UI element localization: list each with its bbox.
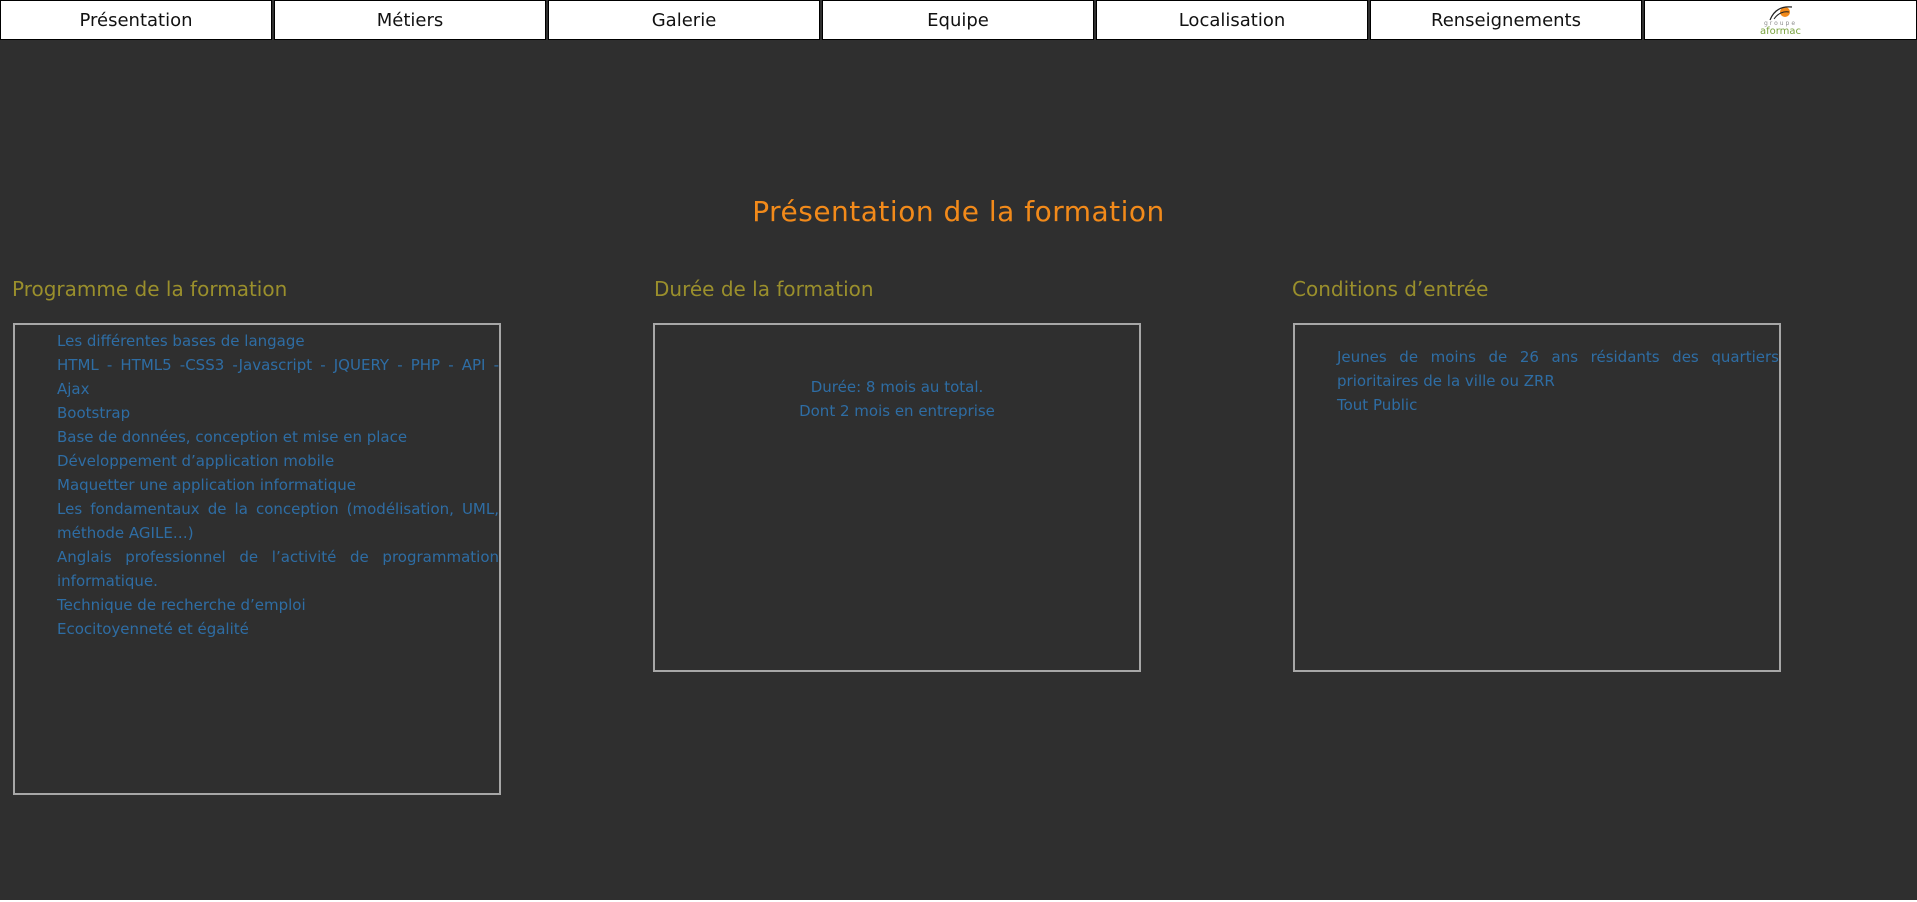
nav-item-metiers[interactable]: Métiers bbox=[274, 0, 546, 40]
list-item: Base de données, conception et mise en p… bbox=[57, 428, 408, 446]
nav-item-renseignements[interactable]: Renseignements bbox=[1370, 0, 1642, 40]
list-item: Jeunes de moins de 26 ans résidants des … bbox=[1337, 348, 1779, 390]
logo: groupe aformac bbox=[1753, 2, 1809, 38]
logo-brand-text: aformac bbox=[1759, 25, 1802, 37]
nav-item-localisation[interactable]: Localisation bbox=[1096, 0, 1368, 40]
nav-item-label: Equipe bbox=[927, 9, 989, 31]
nav-logo-item[interactable]: groupe aformac bbox=[1644, 0, 1917, 40]
nav-item-label: Galerie bbox=[651, 9, 717, 31]
duration-section-title: Durée de la formation bbox=[654, 277, 874, 301]
conditions-panel: Jeunes de moins de 26 ans résidants des … bbox=[1293, 323, 1781, 672]
duration-text: Durée: 8 mois au total. Dont 2 mois en e… bbox=[655, 375, 1139, 423]
page-background: Présentation Métiers Galerie Equipe Loca… bbox=[0, 0, 1917, 900]
list-item: Tout Public bbox=[1337, 396, 1418, 414]
list-item: Maquetter une application informatique bbox=[57, 476, 356, 494]
list-item: Anglais professionnel de l’activité de p… bbox=[57, 548, 499, 590]
conditions-list: Jeunes de moins de 26 ans résidants des … bbox=[1295, 325, 1779, 417]
program-panel: Les différentes bases de langage HTML - … bbox=[13, 323, 501, 795]
nav-item-label: Renseignements bbox=[1431, 9, 1581, 31]
list-item: Les fondamentaux de la conception (modél… bbox=[57, 500, 499, 542]
list-item: HTML - HTML5 -CSS3 -Javascript - JQUERY … bbox=[57, 356, 499, 398]
conditions-section-title: Conditions d’entrée bbox=[1292, 277, 1489, 301]
top-navigation: Présentation Métiers Galerie Equipe Loca… bbox=[0, 0, 1917, 43]
nav-item-label: Métiers bbox=[376, 9, 444, 31]
list-item: Technique de recherche d’emploi bbox=[57, 596, 306, 614]
duration-line: Dont 2 mois en entreprise bbox=[799, 402, 995, 420]
nav-item-equipe[interactable]: Equipe bbox=[822, 0, 1094, 40]
nav-item-label: Localisation bbox=[1178, 9, 1286, 31]
list-item: Bootstrap bbox=[57, 404, 131, 422]
list-item: Développement d’application mobile bbox=[57, 452, 335, 470]
page-title: Présentation de la formation bbox=[752, 195, 1165, 228]
program-section-title: Programme de la formation bbox=[12, 277, 288, 301]
list-item: Ecocitoyenneté et égalité bbox=[57, 620, 249, 638]
nav-item-galerie[interactable]: Galerie bbox=[548, 0, 820, 40]
program-list: Les différentes bases de langage HTML - … bbox=[15, 325, 499, 641]
aformac-logo-icon bbox=[1768, 5, 1792, 20]
nav-item-presentation[interactable]: Présentation bbox=[0, 0, 272, 40]
duration-panel: Durée: 8 mois au total. Dont 2 mois en e… bbox=[653, 323, 1141, 672]
duration-line: Durée: 8 mois au total. bbox=[810, 378, 984, 396]
nav-item-label: Présentation bbox=[79, 9, 193, 31]
list-item: Les différentes bases de langage bbox=[57, 332, 305, 350]
